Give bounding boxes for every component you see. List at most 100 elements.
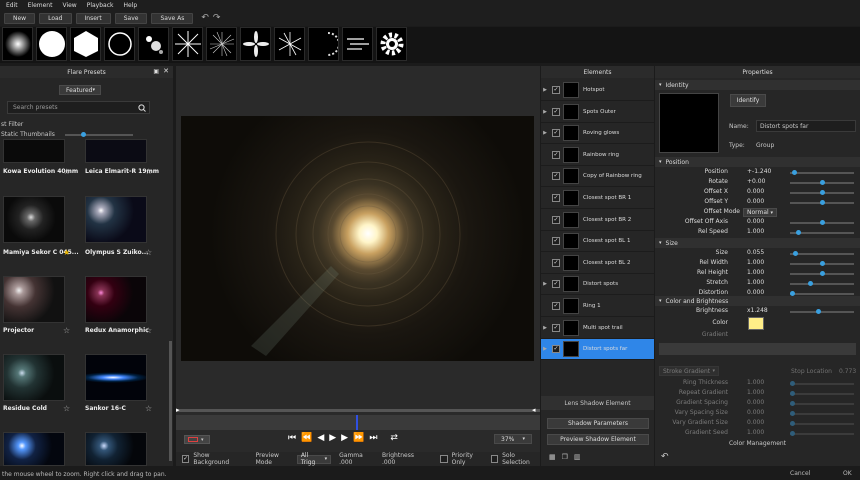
menu-edit[interactable]: Edit <box>6 2 18 9</box>
property-value[interactable]: 0.000 <box>747 289 764 296</box>
ok-button[interactable]: OK <box>843 470 852 477</box>
name-field[interactable]: Distort spots far <box>756 120 856 132</box>
property-slider[interactable] <box>790 431 854 436</box>
gradient-type-dropdown[interactable]: Stroke Gradient ▾ <box>659 366 719 376</box>
preset-thumbnail[interactable] <box>85 139 147 163</box>
insert-button[interactable]: Insert <box>75 12 111 24</box>
property-slider[interactable] <box>790 220 854 225</box>
property-slider[interactable] <box>790 261 854 266</box>
category-dropdown[interactable]: Featured ▾ <box>59 85 101 95</box>
streaks-icon[interactable] <box>206 27 237 61</box>
element-row[interactable]: ✓ Rainbow ring <box>541 145 654 166</box>
expand-arrow-icon[interactable]: ▶ <box>541 109 549 115</box>
favorite-star-icon[interactable]: ☆ <box>63 404 70 413</box>
slider-knob[interactable] <box>820 200 825 205</box>
save-as-button[interactable]: Save As <box>151 12 194 24</box>
menu-element[interactable]: Element <box>28 2 53 9</box>
element-row[interactable]: ✓ Closest spot BL 1 <box>541 231 654 253</box>
keyframe-mode-dropdown[interactable]: ▾ <box>184 435 210 444</box>
expand-arrow-icon[interactable]: ▶ <box>541 281 549 287</box>
timeline-ruler[interactable] <box>176 415 540 430</box>
loop-icon[interactable]: ⇄ <box>390 433 398 443</box>
property-slider[interactable] <box>790 281 854 286</box>
slider-knob[interactable] <box>790 391 795 396</box>
favorite-star-filled-icon[interactable]: ★ <box>63 248 70 257</box>
disc-icon[interactable] <box>36 27 67 61</box>
duplicate-element-icon[interactable]: ❐ <box>562 453 568 461</box>
position-section-header[interactable]: ▾ Position <box>655 157 860 167</box>
glow-soft-icon[interactable] <box>2 27 33 61</box>
element-row[interactable]: ✓ Closest spot BL 2 <box>541 253 654 274</box>
brightness-value[interactable]: x1.248 <box>747 307 768 314</box>
property-slider[interactable] <box>790 411 854 416</box>
add-element-icon[interactable]: ▦ <box>549 453 556 461</box>
playhead[interactable] <box>356 415 358 430</box>
save-button[interactable]: Save <box>114 12 148 24</box>
slider-knob[interactable] <box>793 251 798 256</box>
star-burst-icon[interactable] <box>172 27 203 61</box>
menu-help[interactable]: Help <box>124 2 138 9</box>
element-visibility-checkbox[interactable]: ✓ <box>552 172 560 181</box>
property-value[interactable]: 1.000 <box>747 228 764 235</box>
identify-button[interactable]: Identify <box>730 94 766 107</box>
hexagon-icon[interactable] <box>70 27 101 61</box>
gear-icon[interactable] <box>376 27 407 61</box>
favorite-star-icon[interactable]: ☆ <box>63 167 70 176</box>
slider-knob[interactable] <box>790 401 795 406</box>
element-visibility-checkbox[interactable]: ✓ <box>552 86 560 94</box>
identity-section-header[interactable]: ▾ Identity <box>655 80 860 90</box>
preset-thumbnail[interactable] <box>85 196 147 243</box>
zoom-dropdown[interactable]: 37% ▾ <box>494 434 532 444</box>
brightness-slider[interactable] <box>790 309 854 314</box>
slider-knob[interactable] <box>790 411 795 416</box>
preset-name[interactable]: Projector <box>3 327 34 334</box>
favorite-star-icon[interactable]: ☆ <box>145 404 152 413</box>
preset-name[interactable]: Residue Cold <box>3 405 47 412</box>
slider-knob[interactable] <box>820 220 825 225</box>
color-swatch[interactable] <box>748 317 764 330</box>
skip-start-icon[interactable]: ⏮ <box>288 433 296 443</box>
slider-knob[interactable] <box>790 421 795 426</box>
color-section-header[interactable]: ▾ Color and Brightness <box>655 296 860 306</box>
size-section-header[interactable]: ▾ Size <box>655 238 860 248</box>
property-slider[interactable] <box>790 391 854 396</box>
thumbnail-size-slider[interactable] <box>65 132 133 137</box>
ring-icon[interactable] <box>104 27 135 61</box>
slider-knob[interactable] <box>791 170 797 175</box>
show-background-checkbox[interactable]: ✓ <box>182 455 190 463</box>
stop-location-value[interactable]: 0.773 <box>839 368 856 375</box>
priority-only-checkbox[interactable] <box>440 455 448 463</box>
property-value[interactable]: 1.000 <box>747 429 764 436</box>
play-icon[interactable]: ▶ <box>329 433 336 443</box>
property-slider[interactable] <box>790 401 854 406</box>
reset-icon[interactable]: ↶ <box>661 452 669 462</box>
element-visibility-checkbox[interactable]: ✓ <box>552 129 560 138</box>
element-visibility-checkbox[interactable]: ✓ <box>552 323 560 332</box>
undo-icon[interactable]: ↶ <box>201 13 209 23</box>
slider-knob[interactable] <box>790 381 795 386</box>
dock-icon[interactable]: ▣ <box>153 68 159 75</box>
property-slider[interactable] <box>790 271 854 276</box>
property-slider[interactable] <box>790 230 854 235</box>
preset-thumbnail[interactable] <box>3 354 65 401</box>
element-row[interactable]: ✓ Copy of Rainbow ring <box>541 166 654 188</box>
slider-knob[interactable] <box>796 230 801 235</box>
slider-knob[interactable] <box>820 261 825 266</box>
preview-canvas[interactable] <box>181 116 534 361</box>
element-visibility-checkbox[interactable]: ✓ <box>552 302 560 310</box>
preset-thumbnail[interactable] <box>85 432 147 466</box>
property-slider[interactable] <box>790 381 854 386</box>
element-row[interactable]: ✓ Closest spot BR 1 <box>541 188 654 209</box>
element-row[interactable]: ▶ ✓ Distort spots <box>541 274 654 296</box>
property-value[interactable]: +0.00 <box>747 178 765 185</box>
element-row[interactable]: ▶ ✓ Spots Outer <box>541 102 654 123</box>
element-row[interactable]: ✓ Closest spot BR 2 <box>541 210 654 231</box>
property-value[interactable]: 1.000 <box>747 269 764 276</box>
preset-thumbnail[interactable] <box>3 139 65 163</box>
gamma-field[interactable]: Gamma .000 <box>339 452 374 466</box>
property-value[interactable]: 0.000 <box>747 419 764 426</box>
slider-knob[interactable] <box>81 132 86 137</box>
element-row[interactable]: ▶ ✓ Roving glows <box>541 123 654 145</box>
step-forward-icon[interactable]: ⏩ <box>353 433 364 443</box>
slider-knob[interactable] <box>808 281 813 286</box>
